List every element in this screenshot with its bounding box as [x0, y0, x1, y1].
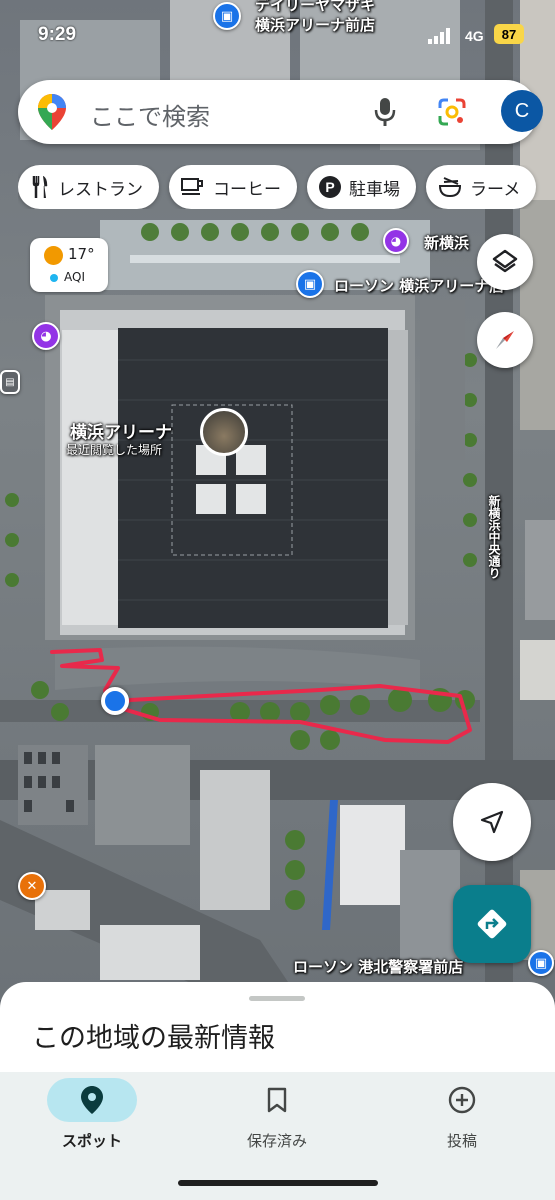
directions-icon	[477, 909, 507, 939]
google-lens-icon[interactable]	[436, 96, 468, 128]
chip-restaurant[interactable]: レストラン	[18, 165, 159, 209]
map-label-lawson-police[interactable]: ローソン 港北警察署前店	[293, 956, 463, 977]
parking-icon: P	[319, 176, 341, 198]
search-bar[interactable]: ここで検索 C	[18, 80, 543, 144]
svg-text:P: P	[325, 179, 334, 195]
map-label-recently-viewed: 最近閲覧した場所	[66, 443, 163, 457]
nav-label-explore: スポット	[61, 1132, 122, 1150]
lawson-pin-icon[interactable]: ▣	[528, 950, 554, 976]
arena-photo-thumbnail[interactable]	[200, 408, 248, 456]
account-avatar[interactable]: C	[501, 90, 543, 132]
map-label-lawson-arena[interactable]: ローソン 横浜アリーナ店	[334, 275, 504, 296]
navigation-arrow-icon	[480, 810, 504, 834]
directions-button[interactable]	[453, 885, 531, 963]
nav-label-contribute: 投稿	[446, 1132, 477, 1150]
lawson-pin-icon[interactable]: ▣	[296, 270, 324, 298]
sheet-drag-handle[interactable]	[249, 996, 305, 1001]
my-location-button[interactable]	[453, 783, 531, 861]
current-location-dot	[101, 687, 129, 715]
map-label-street: 新横浜中央通り	[487, 495, 501, 579]
chip-label: コーヒー	[213, 179, 281, 200]
bookmark-icon	[232, 1078, 322, 1122]
sun-icon	[44, 246, 63, 265]
aqi-dot-icon	[50, 274, 58, 282]
chip-ramen[interactable]: ラーメ	[426, 165, 537, 209]
nav-tab-saved[interactable]: 保存済み	[207, 1078, 347, 1168]
status-time: 9:29	[38, 24, 77, 45]
nav-tab-explore[interactable]: スポット	[22, 1078, 162, 1168]
sheet-heading: この地域の最新情報	[32, 1023, 275, 1054]
compass-button[interactable]	[477, 312, 533, 368]
train-icon[interactable]: ▤	[0, 370, 20, 394]
map-label-shin-yokohama[interactable]: 新横浜	[424, 232, 469, 253]
category-chips: レストラン コーヒー P 駐車場 ラーメ	[18, 165, 555, 209]
cat-pin-icon[interactable]: ◕	[32, 322, 60, 350]
weather-widget[interactable]: 17° AQI	[30, 238, 108, 292]
nav-label-saved: 保存済み	[246, 1132, 307, 1150]
microphone-icon[interactable]	[372, 96, 398, 128]
cat-pin-icon[interactable]: ◕	[383, 228, 409, 254]
chip-label: 駐車場	[349, 179, 400, 200]
aqi-label: AQI	[64, 270, 85, 284]
nav-tab-contribute[interactable]: 投稿	[392, 1078, 532, 1168]
chip-coffee[interactable]: コーヒー	[169, 165, 297, 209]
weather-temperature: 17°	[68, 245, 95, 263]
restaurant-icon	[30, 176, 50, 198]
home-indicator	[178, 1180, 378, 1186]
pin-icon	[47, 1078, 137, 1122]
ramen-icon	[438, 176, 462, 198]
layers-icon	[492, 249, 518, 273]
chip-label: レストラン	[58, 179, 143, 200]
status-bar: 9:29 4G 87	[0, 0, 555, 60]
restaurant-pin-icon[interactable]: ✕	[18, 872, 46, 900]
signal-icon	[428, 28, 450, 44]
search-input[interactable]: ここで検索	[90, 97, 210, 132]
plus-circle-icon	[417, 1078, 507, 1122]
coffee-icon	[181, 177, 205, 197]
network-type: 4G	[465, 28, 484, 44]
chip-label: ラーメ	[470, 179, 521, 200]
compass-icon	[496, 331, 514, 349]
map-label-yokohama-arena[interactable]: 横浜アリーナ	[70, 418, 172, 443]
google-maps-pin-icon	[38, 94, 66, 130]
layers-button[interactable]	[477, 234, 533, 290]
chip-parking[interactable]: P 駐車場	[307, 165, 416, 209]
battery-indicator: 87	[494, 24, 524, 44]
